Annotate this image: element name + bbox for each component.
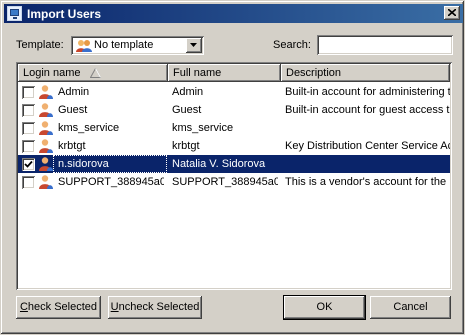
cell-description: Built-in account for guest access to [285,104,450,116]
check-selected-button[interactable]: Check Selected [16,296,101,319]
cell-full-name: krbtgt [172,140,200,152]
user-icon [39,139,53,153]
search-input[interactable] [317,35,453,55]
cell-full-name: Natalia V. Sidorova [172,158,266,170]
column-header-label: Description [286,67,342,79]
title-bar[interactable]: Import Users [4,4,463,23]
sort-ascending-icon [90,68,101,78]
row-checkbox[interactable] [22,176,35,189]
ok-button[interactable]: OK [284,296,365,319]
column-header-label: Login name [23,67,81,79]
table-row[interactable]: SUPPORT_388945a0 SUPPORT_388945a0 This is … [18,173,450,191]
cell-description: Key Distribution Center Service Acc [285,140,450,152]
cell-full-name: SUPPORT_388945a0 [172,176,278,188]
cell-login-name: n.sidorova [58,158,109,170]
column-description[interactable]: Description [281,64,450,82]
checkmark-icon [24,160,33,168]
cancel-button[interactable]: Cancel [370,296,451,319]
user-icon [39,157,53,171]
column-full-name[interactable]: Full name [168,64,281,82]
user-icon [39,103,53,117]
import-users-dialog: Import Users Template: No template Searc… [0,0,465,335]
cell-login-name: krbtgt [58,140,86,152]
table-row[interactable]: Admin Admin Built-in account for administe… [18,83,450,101]
uncheck-accelerator: U [110,301,119,313]
search-label: Search: [273,39,311,51]
row-checkbox[interactable] [22,104,35,117]
user-icon [39,85,53,99]
table-row[interactable]: Guest Guest Built-in account for guest acc… [18,101,450,119]
close-button[interactable] [444,6,460,20]
cell-login-name: Guest [58,104,88,116]
uncheck-selected-button[interactable]: Uncheck Selected [108,296,202,319]
check-selected-label: heck Selected [27,301,98,313]
table-row[interactable]: n.sidorova Natalia V. Sidorova [18,155,450,173]
row-checkbox[interactable] [22,140,35,153]
column-login-name[interactable]: Login name [18,64,168,82]
cancel-label: Cancel [393,301,428,313]
user-icon [39,121,53,135]
check-accelerator: C [19,301,28,313]
users-group-icon [76,40,92,52]
row-checkbox[interactable] [22,86,35,99]
template-dropdown-button[interactable] [186,38,202,53]
table-row[interactable]: krbtgt krbtgt Key Distribution Center Serv… [18,137,450,155]
ok-label: OK [316,301,333,313]
cell-login-name: Admin [58,86,90,98]
list-header: Login name Full name Description [18,64,450,82]
cell-description: This is a vendor's account for the H [285,176,450,188]
app-icon [7,6,22,21]
cell-login-name: kms_service [58,122,120,134]
template-label: Template: [16,39,64,51]
cell-full-name: Guest [172,104,202,116]
column-header-label: Full name [173,67,222,79]
cell-full-name: kms_service [172,122,234,134]
cell-full-name: Admin [172,86,204,98]
user-icon [39,175,53,189]
dialog-title: Import Users [27,7,102,21]
template-value: No template [94,39,154,51]
users-list[interactable]: Login name Full name Description Admin Ad… [16,62,452,290]
cell-login-name: SUPPORT_388945a0 [58,176,164,188]
table-row[interactable]: kms_service kms_service [18,119,450,137]
row-checkbox[interactable] [22,158,35,171]
row-checkbox[interactable] [22,122,35,135]
cell-description: Built-in account for administering th [285,86,450,98]
template-select[interactable]: No template [71,36,204,55]
close-icon [448,9,456,16]
uncheck-selected-label: ncheck Selected [118,301,200,313]
chevron-down-icon [190,43,197,47]
